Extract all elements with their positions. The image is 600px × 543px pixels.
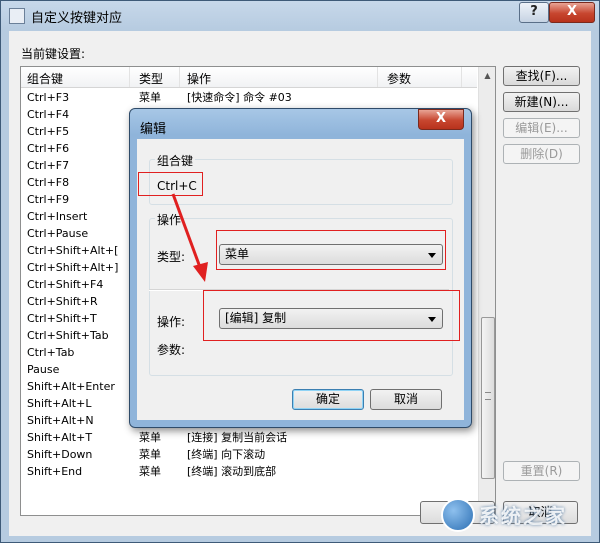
red-arrow-icon [171, 193, 208, 282]
